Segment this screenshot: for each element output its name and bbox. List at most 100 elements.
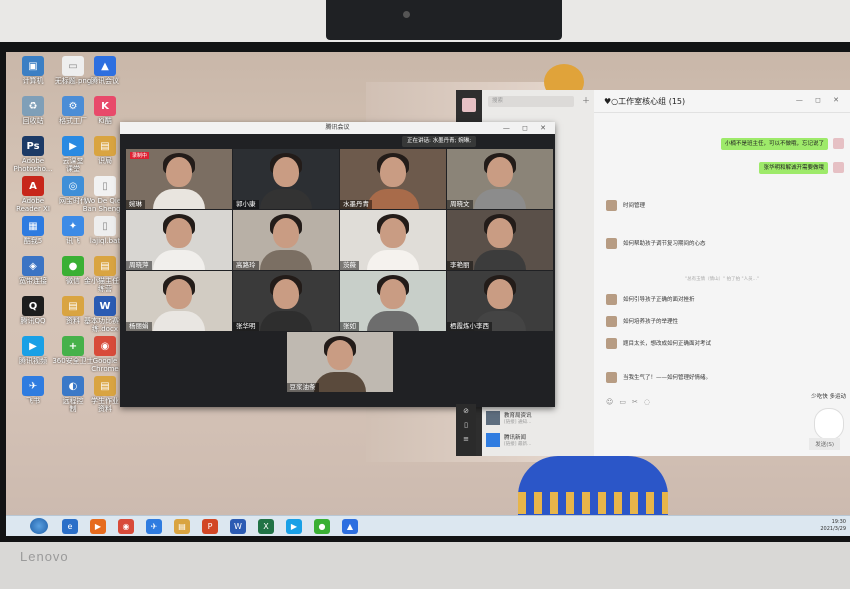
video-tile[interactable]: 豆浆油条 xyxy=(286,332,393,392)
desktop-icon-office[interactable]: K Ki酷 xyxy=(82,96,128,125)
participant-body xyxy=(474,189,526,209)
taskbar-ie-icon[interactable]: e xyxy=(62,519,78,534)
meeting-window-controls[interactable]: — ◻ ✕ xyxy=(503,122,551,134)
monitor-webcam-bar xyxy=(326,0,562,40)
video-tile[interactable]: 郭小康 xyxy=(233,149,339,209)
message-left: 如何培养孩子的举理性 xyxy=(606,316,678,327)
doc1-icon: ▯ xyxy=(94,176,116,196)
participant-face xyxy=(166,157,192,187)
wechat-search-input[interactable]: 搜索 xyxy=(488,96,574,107)
meeting-titlebar: 腾讯会议 — ◻ ✕ xyxy=(120,122,555,134)
participant-body xyxy=(260,250,312,270)
network-icon: ◎ xyxy=(62,176,84,196)
participant-face xyxy=(273,279,299,309)
scissors-icon[interactable]: ✂ xyxy=(632,398,644,406)
folder1-icon: ▤ xyxy=(94,136,116,156)
word-icon: W xyxy=(94,296,116,316)
participant-face xyxy=(487,218,513,248)
message-right: 张华明和解诚开需要做哦 xyxy=(759,162,828,174)
participant-name: 周晓文 xyxy=(447,200,473,209)
sticker-image xyxy=(814,408,844,440)
chat-list-item[interactable]: 教育局资讯 [链接] 通知… xyxy=(482,408,594,428)
taskbar-excel-icon[interactable]: X xyxy=(258,519,274,534)
taskbar-wechat-icon[interactable]: ● xyxy=(314,519,330,534)
sender-avatar xyxy=(606,338,617,349)
taskbar-chrome-icon[interactable]: ◉ xyxy=(118,519,134,534)
sticker-caption: 少吃快 多运动 xyxy=(811,394,846,400)
participant-face xyxy=(273,218,299,248)
settings-icon[interactable]: ⊘ xyxy=(456,407,476,415)
taskbar-video-icon[interactable]: ▶ xyxy=(286,519,302,534)
chrome-icon: ◉ xyxy=(94,336,116,356)
participant-name: 周晓萍 xyxy=(126,261,152,270)
message-left: 当我生气了！——如何管理好情绪。 xyxy=(606,372,711,383)
participant-face xyxy=(487,157,513,187)
chat-bubble-icon[interactable]: ◌ xyxy=(644,398,656,406)
video-tile[interactable]: 张华明 xyxy=(233,271,339,331)
participant-face xyxy=(380,157,406,187)
participant-body xyxy=(260,189,312,209)
sender-avatar xyxy=(606,294,617,305)
participant-body xyxy=(313,372,366,392)
message-right: 小楠不是班主任，可以不做哦，忘记说了 xyxy=(720,138,828,150)
taskbar-ppt-icon[interactable]: P xyxy=(202,519,218,534)
phone-icon[interactable]: ▯ xyxy=(456,421,476,429)
participant-face xyxy=(273,157,299,187)
wallpaper-vase-band xyxy=(518,492,668,514)
video-tile[interactable]: 水墨丹青 xyxy=(340,149,446,209)
taskbar-word-icon[interactable]: W xyxy=(230,519,246,534)
chat-list-name: 腾讯新闻 xyxy=(504,435,527,441)
send-button[interactable]: 发送(S) xyxy=(809,438,840,450)
participant-name: 茨薇 xyxy=(340,261,359,270)
video-tile[interactable]: 李艳丽 xyxy=(447,210,553,270)
system-notice: "总有玉情（情山）" 拍了拍 "人员..." xyxy=(685,277,759,282)
folder-icon[interactable]: ▭ xyxy=(619,398,632,406)
menu-icon[interactable]: ≡ xyxy=(456,435,476,443)
folder4-icon: ▤ xyxy=(94,376,116,396)
participant-face xyxy=(380,279,406,309)
tencent-video-icon: ▶ xyxy=(62,136,84,156)
file-icon: ▭ xyxy=(62,56,84,76)
wechat-chat-header: ♥○工作室核心组 (15) — ◻ ✕ xyxy=(594,90,850,113)
wechat-icon: ● xyxy=(62,256,84,276)
participant-name: 水墨丹青 xyxy=(340,200,372,209)
video-tile[interactable]: 录制中婉琳 xyxy=(126,149,232,209)
taskbar-feishu-icon[interactable]: ✈ xyxy=(146,519,162,534)
participant-body xyxy=(153,311,205,331)
sender-avatar xyxy=(606,316,617,327)
video-tile[interactable]: 栖霞炼小李西 xyxy=(447,271,553,331)
video-tile[interactable]: 周晓文 xyxy=(447,149,553,209)
webcam-lens xyxy=(403,11,410,18)
apps-icon: ▦ xyxy=(22,216,44,236)
system-tray[interactable]: 19:30 2021/3/29 xyxy=(820,519,846,533)
meeting-window: 腾讯会议 — ◻ ✕ 正在讲话: 水墨丹青; 婉琳; 录制中 婉琳 郭小康 水墨丹青周… xyxy=(120,122,555,407)
video-tile[interactable]: 张如 xyxy=(340,271,446,331)
add-chat-icon[interactable]: ＋ xyxy=(582,95,590,106)
participant-name: 婉琳 xyxy=(126,200,145,209)
wechat-window-controls[interactable]: — ◻ ✕ xyxy=(796,96,844,104)
taskbar-explorer-icon[interactable]: ▤ xyxy=(174,519,190,534)
participant-body xyxy=(367,250,419,270)
clock-date: 2021/3/29 xyxy=(820,526,846,532)
taskbar-media-icon[interactable]: ▶ xyxy=(90,519,106,534)
photoshop-icon: Ps xyxy=(22,136,44,156)
chat-list-avatar xyxy=(486,433,500,447)
video-tile[interactable]: 杨丽娟 xyxy=(126,271,232,331)
emoji-icon[interactable]: ☺ xyxy=(606,398,619,406)
bat-icon: ▯ xyxy=(94,216,116,236)
chat-list-item[interactable]: 腾讯新闻 [链接] 最新… xyxy=(482,430,594,450)
chat-list-preview: [链接] 通知… xyxy=(504,420,532,425)
recording-badge: 录制中 xyxy=(130,152,150,159)
desktop-icon-tencent-meeting[interactable]: ▲ 腾讯会议 xyxy=(82,56,128,85)
taskbar-meeting-icon[interactable]: ▲ xyxy=(342,519,358,534)
chat-list-avatar xyxy=(486,411,500,425)
sender-avatar xyxy=(606,238,617,249)
participant-name: 张华明 xyxy=(233,322,259,331)
video-tile[interactable]: 高路玲 xyxy=(233,210,339,270)
wechat-avatar[interactable] xyxy=(462,98,476,112)
start-button[interactable] xyxy=(30,518,48,534)
participant-body xyxy=(153,250,205,270)
participant-name: 杨丽娟 xyxy=(126,322,152,331)
video-tile[interactable]: 茨薇 xyxy=(340,210,446,270)
video-tile[interactable]: 周晓萍 xyxy=(126,210,232,270)
